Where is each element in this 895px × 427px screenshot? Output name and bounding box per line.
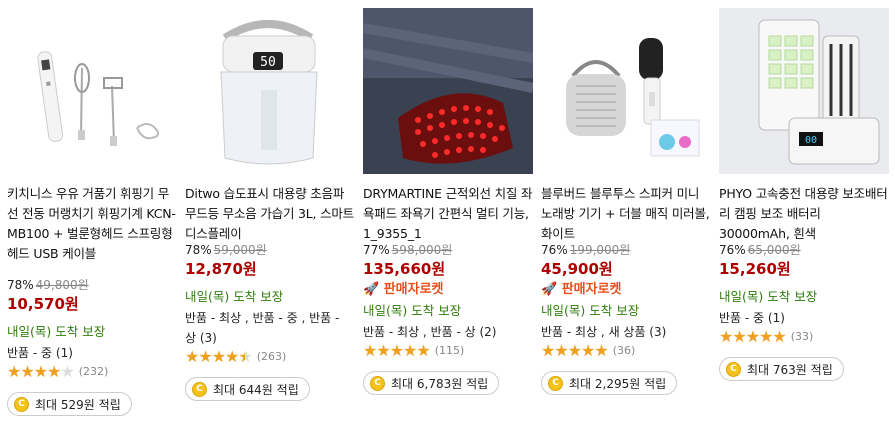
- rocket-badge: 🚀 판매자로켓: [541, 282, 622, 297]
- rating: ★★★★★★★★★★ (232): [7, 363, 177, 381]
- sale-price: 15,260원: [719, 260, 791, 278]
- discount-row: 76% 199,000원: [541, 242, 711, 258]
- product-title[interactable]: PHYO 고속충전 대용량 보조배터리 캠핑 보조 배터리 30000mAh, …: [719, 184, 889, 244]
- coin-icon: C: [370, 375, 385, 391]
- product-image[interactable]: [7, 8, 177, 174]
- coin-icon: C: [192, 381, 207, 397]
- product-card[interactable]: 키치니스 우유 거품기 휘핑기 무선 전동 머랭치기 휘핑기계 KCN-MB10…: [7, 0, 177, 427]
- rocket-icon: 🚀: [363, 282, 380, 297]
- original-price: 199,000원: [569, 243, 631, 257]
- return-info: 반품 - 중 (1): [719, 311, 785, 325]
- star-icon: ★★★★★★★★★★: [719, 327, 787, 346]
- reward-badge: C 최대 6,783원 적립: [363, 371, 500, 395]
- coin-icon: C: [548, 375, 563, 391]
- review-count: (36): [612, 344, 636, 357]
- star-icon: ★★★★★★★★★★: [363, 341, 431, 360]
- reward-badge: C 최대 763원 적립: [719, 357, 844, 381]
- reward-badge: C 최대 644원 적립: [185, 377, 310, 401]
- discount-rate: 76%: [541, 243, 568, 257]
- discount-row: 76% 65,000원: [719, 242, 889, 258]
- return-info: 반품 - 중 (1): [7, 346, 73, 360]
- reward-text: 최대 6,783원 적립: [391, 376, 489, 391]
- sale-price: 12,870원: [185, 260, 257, 278]
- star-icon: ★★★★★★★★★★: [7, 362, 75, 381]
- review-count: (115): [434, 344, 465, 357]
- delivery-info: 내일(목) 도착 보장: [719, 289, 818, 304]
- sale-price: 10,570원: [7, 295, 79, 313]
- rating: ★★★★★ ★★★★★ (263): [185, 348, 355, 366]
- svg-text:00: 00: [805, 135, 817, 146]
- product-title[interactable]: Ditwo 습도표시 대용량 초음파 무드등 무소음 가습기 3L, 스마트 디…: [185, 184, 355, 244]
- reward-text: 최대 644원 적립: [213, 382, 299, 397]
- product-grid: 키치니스 우유 거품기 휘핑기 무선 전동 머랭치기 휘핑기계 KCN-MB10…: [0, 0, 895, 427]
- reward-text: 최대 2,295원 적립: [569, 376, 667, 391]
- product-card[interactable]: 블루버드 블루투스 스피커 미니 노래방 기기 + 더블 매직 미러볼, 화이트…: [541, 0, 711, 427]
- coin-icon: C: [726, 361, 741, 377]
- product-image[interactable]: [541, 8, 711, 174]
- sale-price: 45,900원: [541, 260, 613, 278]
- reward-text: 최대 529원 적립: [35, 397, 121, 412]
- product-card[interactable]: DRYMARTINE 근적외선 치질 좌욕패드 좌욕기 간편식 멀티 기능, 1…: [363, 0, 533, 427]
- product-image[interactable]: [363, 8, 533, 174]
- delivery-info: 내일(목) 도착 보장: [541, 303, 640, 318]
- rating: ★★★★★ ★★★★★ (36): [541, 342, 711, 360]
- original-price: 598,000원: [391, 243, 453, 257]
- delivery-info: 내일(목) 도착 보장: [7, 324, 106, 339]
- discount-row: 78% 49,800원: [7, 277, 177, 293]
- original-price: 65,000원: [747, 243, 801, 257]
- delivery-info: 내일(목) 도착 보장: [185, 289, 284, 304]
- star-icon: ★★★★★★★★★★: [541, 341, 609, 360]
- review-count: (263): [256, 350, 287, 363]
- reward-badge: C 최대 2,295원 적립: [541, 371, 678, 395]
- humidity-display: 50: [260, 55, 276, 70]
- product-image[interactable]: 00: [719, 8, 889, 174]
- discount-rate: 78%: [185, 243, 212, 257]
- review-count: (33): [790, 330, 814, 343]
- product-title[interactable]: 키치니스 우유 거품기 휘핑기 무선 전동 머랭치기 휘핑기계 KCN-MB10…: [7, 184, 177, 264]
- product-card[interactable]: 50 Ditwo 습도표시 대용량 초음파 무드등 무소음 가습기 3L, 스마…: [185, 0, 355, 427]
- rating: ★★★★★ ★★★★★ (33): [719, 328, 889, 346]
- discount-row: 78% 59,000원: [185, 242, 355, 258]
- discount-rate: 78%: [7, 278, 34, 292]
- coin-icon: C: [14, 396, 29, 412]
- discount-rate: 77%: [363, 243, 390, 257]
- rocket-icon: 🚀: [541, 282, 558, 297]
- star-icon: ★★★★★★★★★★: [185, 347, 253, 366]
- rocket-badge: 🚀 판매자로켓: [363, 282, 444, 297]
- return-info: 반품 - 최상 , 반품 - 중 , 반품 - 상 (3): [185, 311, 340, 345]
- product-card[interactable]: 00 PHYO 고속충전 대용량 보조배터리 캠핑 보조 배터리 30000mA…: [719, 0, 889, 427]
- sale-price: 135,660원: [363, 260, 446, 278]
- review-count: (232): [78, 365, 109, 378]
- product-image[interactable]: 50: [185, 8, 355, 174]
- reward-text: 최대 763원 적립: [747, 362, 833, 377]
- product-title[interactable]: 블루버드 블루투스 스피커 미니 노래방 기기 + 더블 매직 미러볼, 화이트: [541, 184, 711, 244]
- original-price: 59,000원: [213, 243, 267, 257]
- discount-rate: 76%: [719, 243, 746, 257]
- return-info: 반품 - 최상 , 새 상품 (3): [541, 325, 667, 339]
- rating: ★★★★★ ★★★★★ (115): [363, 342, 533, 360]
- delivery-info: 내일(목) 도착 보장: [363, 303, 462, 318]
- reward-badge: C 최대 529원 적립: [7, 392, 132, 416]
- return-info: 반품 - 최상 , 반품 - 상 (2): [363, 325, 497, 339]
- discount-row: 77% 598,000원: [363, 242, 533, 258]
- product-title[interactable]: DRYMARTINE 근적외선 치질 좌욕패드 좌욕기 간편식 멀티 기능, 1…: [363, 184, 533, 244]
- original-price: 49,800원: [35, 278, 89, 292]
